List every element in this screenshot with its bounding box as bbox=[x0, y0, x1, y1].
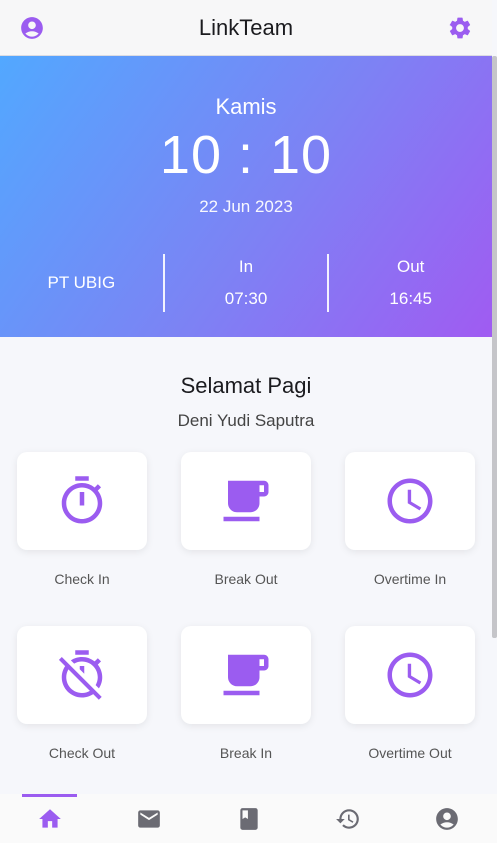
break-out-label: Break Out bbox=[214, 571, 278, 587]
bottom-navigation bbox=[0, 794, 497, 843]
app-bar: LinkTeam bbox=[0, 0, 492, 56]
account-circle-icon bbox=[436, 807, 459, 830]
history-icon bbox=[336, 808, 359, 829]
date-label: 22 Jun 2023 bbox=[199, 197, 293, 216]
nav-home[interactable] bbox=[0, 794, 99, 843]
day-label: Kamis bbox=[215, 94, 277, 119]
company-info: PT UBIG bbox=[0, 254, 163, 312]
overtime-out-label: Overtime Out bbox=[368, 745, 452, 761]
account-circle-icon bbox=[21, 16, 43, 39]
coffee-cup-icon bbox=[223, 654, 269, 696]
check-in-label: Check In bbox=[54, 571, 110, 587]
shift-in: In 07:30 bbox=[165, 254, 328, 312]
home-icon bbox=[38, 808, 61, 828]
out-time: 16:45 bbox=[389, 289, 432, 308]
timer-off-icon bbox=[58, 650, 103, 700]
nav-profile[interactable] bbox=[398, 794, 497, 843]
scrollbar[interactable] bbox=[492, 56, 497, 638]
overtime-in-label: Overtime In bbox=[373, 571, 447, 587]
in-time: 07:30 bbox=[224, 289, 268, 308]
shift-info: PT UBIG In 07:30 Out 16:45 bbox=[0, 254, 492, 312]
company-name: PT UBIG bbox=[47, 273, 116, 292]
mail-icon bbox=[138, 809, 160, 828]
profile-button[interactable] bbox=[18, 14, 46, 42]
nav-inbox[interactable] bbox=[99, 794, 198, 843]
attendance-hero: Kamis 10 : 10 22 Jun 2023 PT UBIG In 07:… bbox=[0, 56, 492, 337]
break-in-button[interactable] bbox=[181, 626, 311, 724]
overtime-out-button[interactable] bbox=[345, 626, 475, 724]
check-out-label: Check Out bbox=[48, 745, 116, 761]
nav-book[interactable] bbox=[199, 794, 298, 843]
in-label: In bbox=[238, 257, 254, 276]
overtime-in-button[interactable] bbox=[345, 452, 475, 550]
clock-icon bbox=[387, 652, 433, 698]
coffee-cup-icon bbox=[223, 480, 269, 522]
clock-time: 10 : 10 bbox=[159, 125, 333, 185]
shift-out: Out 16:45 bbox=[329, 254, 492, 312]
nav-history[interactable] bbox=[298, 794, 397, 843]
check-out-button[interactable] bbox=[17, 626, 147, 724]
settings-button[interactable] bbox=[446, 14, 474, 42]
break-in-label: Break In bbox=[219, 745, 273, 761]
app-title: LinkTeam bbox=[198, 14, 294, 40]
greeting: Selamat Pagi bbox=[180, 373, 312, 398]
out-label: Out bbox=[396, 257, 425, 276]
gear-icon bbox=[449, 17, 471, 38]
check-in-button[interactable] bbox=[17, 452, 147, 550]
break-out-button[interactable] bbox=[181, 452, 311, 550]
book-icon bbox=[239, 807, 258, 830]
user-name: Deni Yudi Saputra bbox=[177, 411, 315, 430]
timer-icon bbox=[61, 476, 103, 524]
clock-icon bbox=[387, 478, 433, 524]
